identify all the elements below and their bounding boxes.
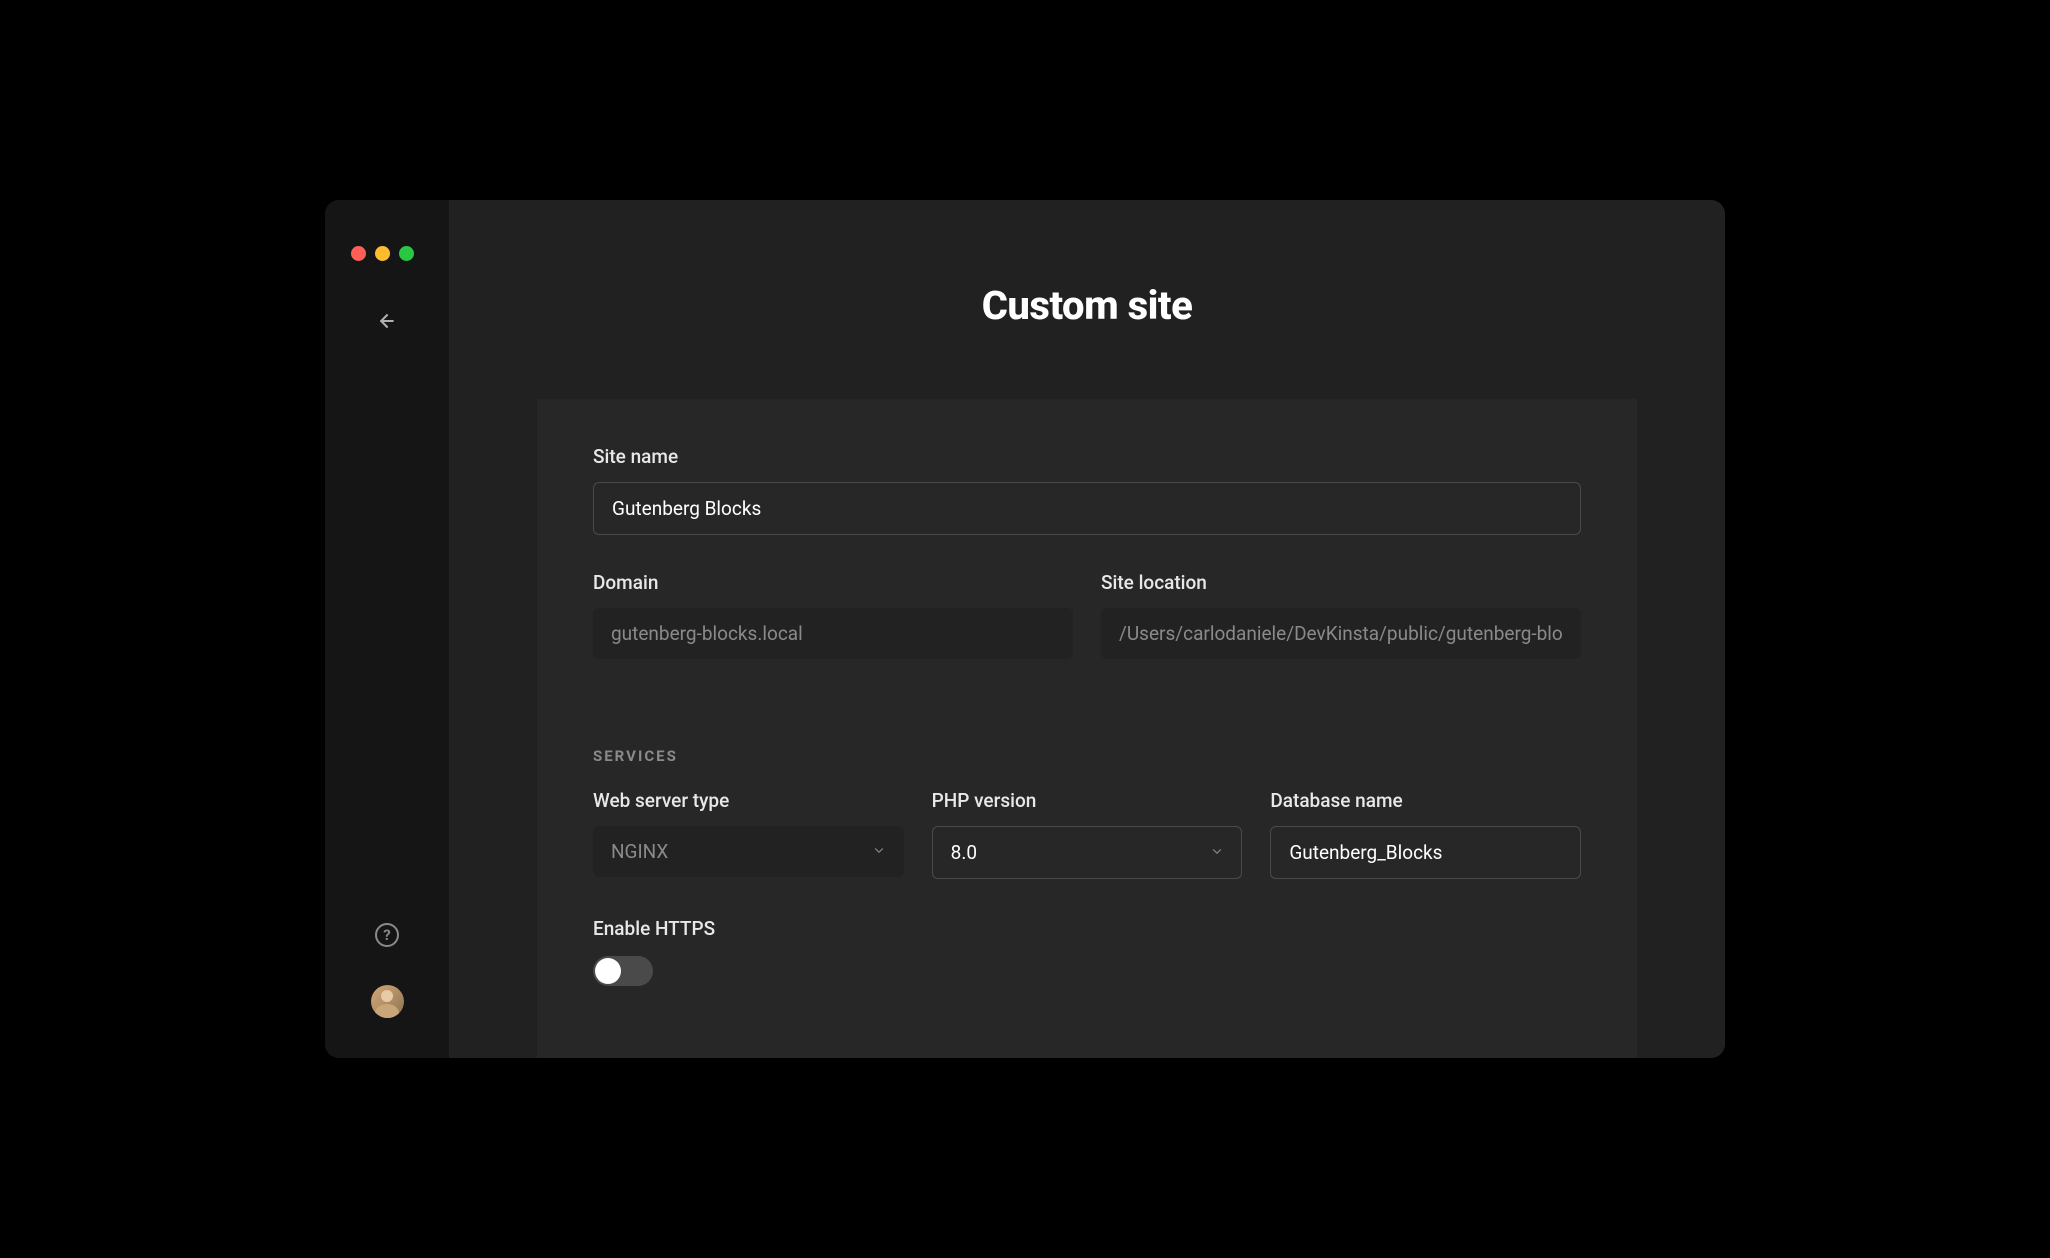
database-name-col: Database name [1270, 789, 1581, 879]
main-content: Custom site Site name Domain Site locati… [449, 200, 1725, 1058]
site-name-input[interactable] [593, 482, 1581, 535]
web-server-col: Web server type NGINX [593, 789, 904, 879]
page-title: Custom site [449, 282, 1725, 329]
https-toggle[interactable] [593, 956, 653, 986]
sidebar: ? [325, 200, 449, 1058]
domain-col: Domain [593, 571, 1073, 659]
back-button[interactable] [325, 311, 449, 337]
web-server-value: NGINX [611, 840, 668, 863]
php-version-select[interactable]: 8.0 [932, 826, 1243, 879]
https-label: Enable HTTPS [593, 917, 1581, 940]
web-server-label: Web server type [593, 789, 904, 812]
arrow-left-icon [377, 311, 397, 337]
domain-location-row: Domain Site location [593, 571, 1581, 659]
database-name-input[interactable] [1270, 826, 1581, 879]
sidebar-bottom: ? [325, 923, 449, 1018]
close-window-button[interactable] [351, 246, 366, 261]
app-window: ? Custom site Site name Domain Site loca… [325, 200, 1725, 1058]
site-location-col: Site location [1101, 571, 1581, 659]
site-location-label: Site location [1101, 571, 1581, 594]
minimize-window-button[interactable] [375, 246, 390, 261]
toggle-knob [595, 958, 621, 984]
services-header: SERVICES [593, 747, 1581, 765]
question-mark-icon: ? [383, 926, 390, 944]
web-server-select[interactable]: NGINX [593, 826, 904, 877]
help-button[interactable]: ? [375, 923, 399, 947]
site-name-label: Site name [593, 445, 1581, 468]
site-location-input [1101, 608, 1581, 659]
php-version-value: 8.0 [951, 841, 977, 864]
php-version-label: PHP version [932, 789, 1243, 812]
maximize-window-button[interactable] [399, 246, 414, 261]
user-avatar[interactable] [371, 985, 404, 1018]
window-controls [325, 246, 449, 261]
php-version-select-wrapper: 8.0 [932, 826, 1243, 879]
web-server-select-wrapper: NGINX [593, 826, 904, 877]
domain-input [593, 608, 1073, 659]
form-panel: Site name Domain Site location SERVICES … [537, 399, 1637, 1058]
database-name-label: Database name [1270, 789, 1581, 812]
domain-label: Domain [593, 571, 1073, 594]
php-version-col: PHP version 8.0 [932, 789, 1243, 879]
services-row: Web server type NGINX PHP ve [593, 789, 1581, 879]
